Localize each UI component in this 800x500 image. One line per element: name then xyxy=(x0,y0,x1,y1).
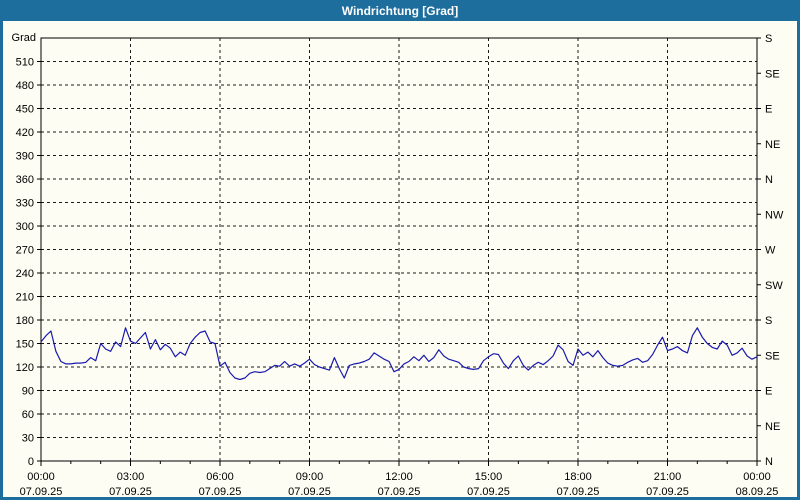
compass-tick-label: N xyxy=(765,456,773,468)
y-tick-label: 510 xyxy=(16,57,34,69)
y-tick-label: 30 xyxy=(22,433,34,445)
y-tick-label: 210 xyxy=(16,292,34,304)
y-tick-label: 60 xyxy=(22,409,34,421)
y-tick-label: 450 xyxy=(16,104,34,116)
x-time-label: 09:00 xyxy=(296,471,324,483)
x-time-label: 12:00 xyxy=(385,471,413,483)
gridlines xyxy=(41,38,757,461)
x-time-label: 18:00 xyxy=(564,471,592,483)
x-time-label: 00:00 xyxy=(743,471,771,483)
window-title: Windrichtung [Grad] xyxy=(341,3,459,18)
app-window: Windrichtung [Grad] 0 30 60 90 120 150 180 210 2… xyxy=(0,0,800,500)
wind-direction-chart: 0 30 60 90 120 150 180 210 240 270 300 330 360 390 420… xyxy=(12,32,784,497)
y-tick-label: 120 xyxy=(16,362,34,374)
compass-tick-label: SW xyxy=(765,280,783,292)
y-tick-label: 180 xyxy=(16,315,34,327)
compass-tick-label: SE xyxy=(765,350,780,362)
x-date-label: 07.09.25 xyxy=(109,486,152,497)
x-date-label: 08.09.25 xyxy=(736,486,779,497)
compass-tick-label: S xyxy=(765,33,772,45)
x-time-label: 03:00 xyxy=(117,471,145,483)
chart-area: 0 30 60 90 120 150 180 210 240 270 300 330 360 390 420… xyxy=(3,21,797,497)
y-tick-label: 390 xyxy=(16,151,34,163)
data-series xyxy=(40,327,758,381)
compass-tick-label: SE xyxy=(765,68,780,80)
x-date-label: 07.09.25 xyxy=(288,486,331,497)
y-tick-label: 420 xyxy=(16,127,34,139)
y-tick-label: 90 xyxy=(22,386,34,398)
y-axis-title: Grad xyxy=(12,32,36,44)
y-tick-label: 360 xyxy=(16,174,34,186)
wind-direction-line xyxy=(40,327,758,381)
y-tick-label: 480 xyxy=(16,80,34,92)
y-tick-label: 330 xyxy=(16,198,34,210)
x-date-label: 07.09.25 xyxy=(20,486,63,497)
y-tick-label: 270 xyxy=(16,245,34,257)
x-date-label: 07.09.25 xyxy=(557,486,600,497)
compass-tick-label: W xyxy=(765,245,776,257)
x-date-label: 07.09.25 xyxy=(467,486,510,497)
compass-tick-label: S xyxy=(765,315,772,327)
compass-tick-label: E xyxy=(765,386,772,398)
x-date-label: 07.09.25 xyxy=(199,486,242,497)
y-tick-label: 0 xyxy=(28,456,34,468)
compass-tick-label: N xyxy=(765,174,773,186)
x-axis: 00:00 07.09.25 03:00 07.09.25 06:00 07.09.25 0… xyxy=(20,461,779,497)
y-tick-label: 240 xyxy=(16,268,34,280)
x-date-label: 07.09.25 xyxy=(646,486,689,497)
y-tick-label: 150 xyxy=(16,339,34,351)
y-axis-right: N NE E SE S SW W NW N NE E SE S xyxy=(757,33,784,468)
x-time-label: 21:00 xyxy=(654,471,682,483)
compass-tick-label: E xyxy=(765,104,772,116)
y-axis-left: 0 30 60 90 120 150 180 210 240 270 300 330 360 390 420… xyxy=(12,32,41,468)
compass-tick-label: NE xyxy=(765,421,780,433)
x-date-label: 07.09.25 xyxy=(378,486,421,497)
x-time-label: 06:00 xyxy=(206,471,234,483)
window-titlebar: Windrichtung [Grad] xyxy=(0,0,800,21)
x-time-label: 15:00 xyxy=(475,471,503,483)
y-tick-label: 300 xyxy=(16,221,34,233)
x-time-label: 00:00 xyxy=(27,471,55,483)
compass-tick-label: NE xyxy=(765,139,780,151)
compass-tick-label: NW xyxy=(765,209,784,221)
